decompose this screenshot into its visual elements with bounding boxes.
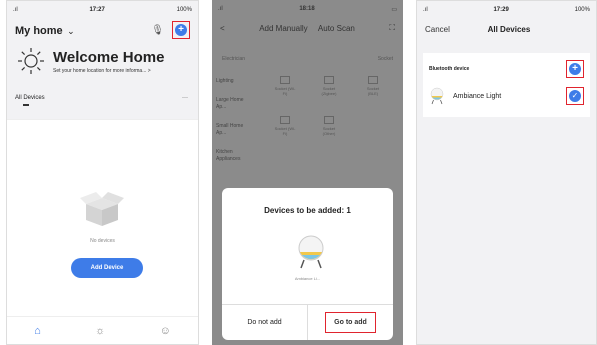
battery-text: 100% <box>574 7 590 13</box>
status-time: 17:29 <box>493 7 509 13</box>
category-header-right: Socket <box>377 56 393 62</box>
category-header-left: Electrician <box>222 56 246 62</box>
category-list: Lighting Large Home Ap... Small Home Ap.… <box>212 72 254 169</box>
socket-icon <box>368 76 378 84</box>
tab-underline <box>23 104 29 106</box>
socket-icon <box>280 76 290 84</box>
device-tile[interactable]: Socket (Wi-Fi) <box>274 76 296 96</box>
dialog-title: Devices to be added: 1 <box>264 206 351 215</box>
device-tile-label: Socket (Other) <box>322 126 336 136</box>
no-devices-text: No devices <box>90 238 115 244</box>
dialog-device-name: Ambiance Li... <box>294 276 321 281</box>
screen-all-devices: .ıl 17:29 100% Cancel All Devices Blueto… <box>416 0 597 345</box>
cancel-button[interactable]: Cancel <box>425 25 450 34</box>
chevron-right-icon: > <box>147 67 151 74</box>
status-bar: .ıl 17:29 100% <box>417 1 596 19</box>
add-device-plus-icon[interactable]: + <box>175 24 187 36</box>
mic-icon[interactable]: 🎙 <box>151 25 164 36</box>
bottom-tab-bar: ⌂ ☼ ☺ <box>7 316 198 344</box>
add-device-button[interactable]: Add Device <box>71 258 143 278</box>
device-tile-label: Socket (BLE) <box>366 86 380 96</box>
all-devices-header: Cancel All Devices <box>417 19 596 39</box>
screen-home: .ıl 17:27 100% My home ⌄ 🎙 + Welcome Hom… <box>6 0 199 345</box>
home-selector[interactable]: My home ⌄ <box>15 21 75 39</box>
sun-icon <box>18 48 44 74</box>
device-tile[interactable]: Socket (BLE) <box>362 76 384 96</box>
home-icon[interactable]: ⌂ <box>34 325 41 337</box>
add-header: < Add Manually Auto Scan ⛶ <box>212 18 403 38</box>
device-tile-label: Socket (Wi-Fi) <box>274 86 296 96</box>
ambiance-lamp-icon <box>430 87 444 105</box>
socket-icon <box>324 76 334 84</box>
status-bar: .ıl 18:18 ▭ <box>212 0 403 18</box>
scan-icon[interactable]: ⛶ <box>389 23 395 33</box>
socket-icon <box>280 116 290 124</box>
page-title: All Devices <box>487 24 531 34</box>
category-item[interactable]: Kitchen Appliances <box>212 143 254 169</box>
home-title: My home <box>15 25 63 37</box>
device-tile[interactable]: Socket (Other) <box>318 116 340 136</box>
screen-add-manually: .ıl 18:18 ▭ < Add Manually Auto Scan ⛶ E… <box>212 0 403 345</box>
signal-icon: .ıl <box>218 6 223 12</box>
status-time: 18:18 <box>299 6 315 12</box>
bluetooth-device-card: Bluetooth device + Ambiance Light ✓ <box>423 53 590 117</box>
device-tile-label: Socket (Wi-Fi) <box>274 126 296 136</box>
welcome-subtitle: Set your home location for more informa.… <box>53 67 147 74</box>
profile-icon[interactable]: ☺ <box>160 325 171 337</box>
checkmark-icon[interactable]: ✓ <box>569 90 581 102</box>
chevron-down-icon: ⌄ <box>67 26 75 36</box>
go-to-add-button[interactable]: Go to add <box>325 312 376 333</box>
device-name: Ambiance Light <box>453 92 502 100</box>
empty-box-icon <box>80 192 124 226</box>
status-bar: .ıl 17:27 100% <box>7 1 198 19</box>
tab-auto-scan[interactable]: Auto Scan <box>318 24 355 33</box>
device-tile[interactable]: Socket (Wi-Fi) <box>274 116 296 136</box>
do-not-add-button[interactable]: Do not add <box>222 305 307 340</box>
category-item[interactable]: Lighting <box>212 72 254 91</box>
section-label: Bluetooth device <box>429 66 470 72</box>
signal-icon: .ıl <box>13 7 18 13</box>
all-devices-tab[interactable]: All Devices <box>15 95 45 101</box>
category-item[interactable]: Large Home Ap... <box>212 91 254 117</box>
home-header: My home ⌄ 🎙 + <box>7 19 198 41</box>
add-all-plus-icon[interactable]: + <box>569 63 581 75</box>
add-highlight-box: + <box>566 60 584 78</box>
device-list-area: No devices Add Device <box>7 119 198 326</box>
signal-icon: .ıl <box>423 7 428 13</box>
welcome-banner[interactable]: Welcome Home Set your home location for … <box>7 41 198 81</box>
more-icon[interactable]: ··· <box>182 95 188 101</box>
device-tile[interactable]: Socket (Zigbee) <box>318 76 340 96</box>
battery-icon: ▭ <box>391 6 397 13</box>
status-time: 17:27 <box>89 7 105 13</box>
battery-text: 100% <box>176 7 192 13</box>
add-highlight-box: + <box>172 21 190 39</box>
category-item[interactable]: Small Home Ap... <box>212 117 254 143</box>
device-tile-label: Socket (Zigbee) <box>321 86 337 96</box>
welcome-title: Welcome Home <box>53 48 165 66</box>
sun-icon[interactable]: ☼ <box>95 325 105 337</box>
tab-add-manually[interactable]: Add Manually <box>259 24 307 33</box>
devices-to-add-dialog: Devices to be added: 1 Ambiance Li... Do… <box>222 188 393 340</box>
back-icon[interactable]: < <box>220 24 225 33</box>
ambiance-lamp-icon <box>298 235 324 269</box>
socket-icon <box>324 116 334 124</box>
check-highlight-box: ✓ <box>566 87 584 105</box>
